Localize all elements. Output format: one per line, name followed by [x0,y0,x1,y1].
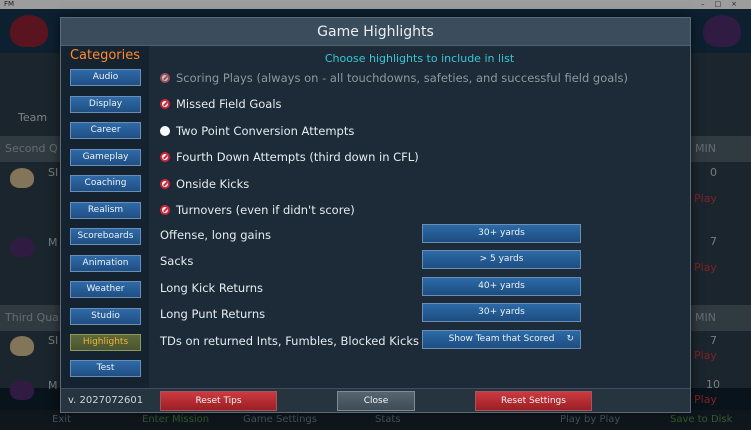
checkbox-disabled-icon [160,73,170,83]
select-tds-on-returns[interactable]: Show Team that Scored ↻ [422,330,581,349]
label-long-kick-returns: Long Kick Returns [160,281,264,295]
category-display[interactable]: Display [70,96,141,113]
reset-settings-button[interactable]: Reset Settings [475,391,592,411]
label-long-punt-returns: Long Punt Returns [160,307,266,321]
checkbox-checked-icon[interactable] [160,205,170,215]
label-sacks: Sacks [160,254,194,268]
option-label: Turnovers (even if didn't score) [176,203,355,217]
select-offense-long-gains[interactable]: 30+ yards [422,224,581,243]
category-realism[interactable]: Realism [70,202,141,219]
category-gameplay[interactable]: Gameplay [70,149,141,166]
category-studio[interactable]: Studio [70,308,141,325]
content-heading: Choose highlights to include in list [324,52,515,65]
option-label: Scoring Plays (always on - all touchdown… [176,71,628,85]
reset-tips-button[interactable]: Reset Tips [160,391,277,411]
checkbox-unchecked-icon[interactable] [160,126,170,136]
game-highlights-dialog: Game Highlights Categories Audio Display… [60,17,691,413]
select-value: Show Team that Scored [448,334,555,344]
option-label: Fourth Down Attempts (third down in CFL) [176,150,419,164]
option-onside-kicks[interactable]: Onside Kicks [160,176,249,192]
highlights-content: Choose highlights to include in list Sco… [149,46,690,388]
label-tds-on-returns: TDs on returned Ints, Fumbles, Blocked K… [160,334,419,348]
category-weather[interactable]: Weather [70,281,141,298]
category-audio[interactable]: Audio [70,69,141,86]
version-label: v. 2027072601 [68,395,144,406]
dialog-footer: v. 2027072601 Reset Tips Close Reset Set… [61,388,690,412]
select-long-kick-returns[interactable]: 40+ yards [422,277,581,296]
category-test[interactable]: Test [70,360,141,377]
category-coaching[interactable]: Coaching [70,175,141,192]
option-two-point-conversions[interactable]: Two Point Conversion Attempts [160,123,354,139]
category-animation[interactable]: Animation [70,255,141,272]
option-turnovers[interactable]: Turnovers (even if didn't score) [160,202,355,218]
option-fourth-down-attempts[interactable]: Fourth Down Attempts (third down in CFL) [160,149,419,165]
checkbox-checked-icon[interactable] [160,179,170,189]
category-highlights[interactable]: Highlights [70,334,141,351]
categories-title: Categories [69,48,141,63]
close-button[interactable]: Close [337,391,415,411]
checkbox-checked-icon[interactable] [160,152,170,162]
option-label: Two Point Conversion Attempts [176,124,355,138]
option-label: Onside Kicks [176,177,250,191]
select-sacks[interactable]: > 5 yards [422,250,581,269]
option-scoring-plays: Scoring Plays (always on - all touchdown… [160,70,628,86]
option-label: Missed Field Goals [176,97,282,111]
select-long-punt-returns[interactable]: 30+ yards [422,303,581,322]
checkbox-checked-icon[interactable] [160,99,170,109]
dialog-title: Game Highlights [61,18,690,46]
label-offense-long-gains: Offense, long gains [160,228,272,242]
category-scoreboards[interactable]: Scoreboards [70,228,141,245]
category-career[interactable]: Career [70,122,141,139]
cycle-icon: ↻ [566,334,574,344]
option-missed-field-goals[interactable]: Missed Field Goals [160,96,282,112]
